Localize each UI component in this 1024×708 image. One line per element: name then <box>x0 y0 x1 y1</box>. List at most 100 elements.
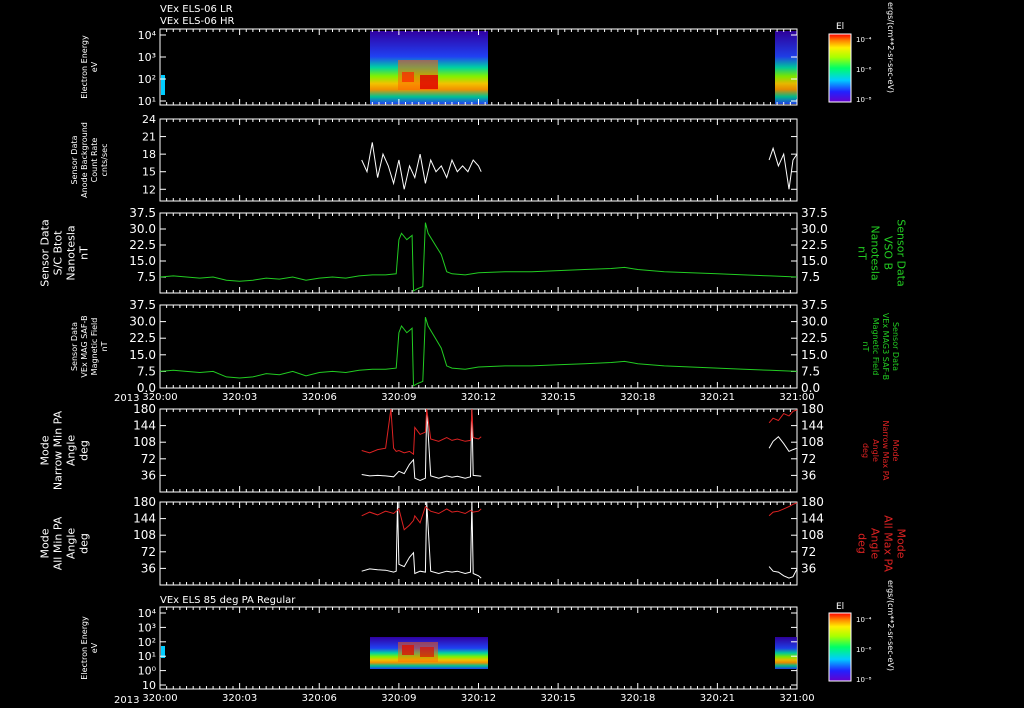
panel6-ylabel-line: All Min PA <box>52 516 65 570</box>
colorbar-bottom-label: El <box>836 602 844 612</box>
panel6-ylabel-line: Angle <box>65 528 78 560</box>
panel6-ylabel-line: deg <box>78 533 91 554</box>
mid-time-label: 320:06 <box>302 392 337 403</box>
panel4-ylabel-line: Sensor Data <box>70 322 79 371</box>
year-label-bottom: 2013 <box>114 695 139 706</box>
mid-time-label: 320:03 <box>222 392 257 403</box>
panel5-ytick-label: 36 <box>141 468 156 482</box>
panel4-ytick-label-right: 0.0 <box>801 381 820 395</box>
panel3-right-label-line: VSO B <box>882 236 895 270</box>
panel3-ytick-label-right: 22.5 <box>801 238 828 252</box>
panel6-right-label-line: deg <box>856 533 869 554</box>
panel6-right-label-line: Mode <box>895 529 908 559</box>
panel4-ylabel-line: VEx MAG SAF-B <box>80 315 89 377</box>
panel6-ytick-label: 36 <box>141 561 156 575</box>
panel5-ytick-label-right: 144 <box>801 419 824 433</box>
panel4-ytick-label: 37.5 <box>129 298 156 312</box>
bottom-time-label: 320:00 <box>142 693 177 704</box>
panel6-ytick-label-right: 144 <box>801 512 824 526</box>
panel7-spectrogram-hotspot-3 <box>420 647 434 657</box>
mid-time-label: 320:12 <box>461 392 496 403</box>
panel4-right-label-line: Sensor Data <box>891 322 900 371</box>
colorbar-top-tick-1: 10⁻⁴ <box>856 36 872 44</box>
panel5-right-label-line: deg <box>861 443 870 458</box>
panel2-ytick-label: 18 <box>142 148 156 161</box>
panel5-ytick-label-right: 180 <box>801 402 824 416</box>
panel5-ytick-label: 144 <box>133 419 156 433</box>
panel3-right-label-line: nT <box>856 246 869 260</box>
bottom-time-label: 320:21 <box>700 693 735 704</box>
panel3-ytick-label-right: 7.5 <box>801 270 820 284</box>
colorbar-top-units: ergs/(cm**2-sr-sec-eV) <box>886 2 895 93</box>
panel3-ytick-label: 15.0 <box>129 254 156 268</box>
panel7-ytick-label: 10³ <box>138 621 156 634</box>
panel4-right-label-line: VEx MAG3 SAF-B <box>881 313 890 380</box>
panel1-spectrogram-hotspot-2 <box>420 75 438 89</box>
colorbar-top-label: El <box>836 22 844 32</box>
panel3-ylabel-line: nT <box>78 246 91 260</box>
panel1-ytick-label: 10⁴ <box>138 29 157 42</box>
figure: VEx ELS-06 LR VEx ELS-06 HR VEx ELS 85 d… <box>0 0 1024 708</box>
panel7-ytick-label: 10⁰ <box>138 665 157 678</box>
panel7-spectrogram-hotspot-2 <box>402 645 414 655</box>
bottom-time-label: 320:03 <box>222 693 257 704</box>
panel6-ytick-label-right: 180 <box>801 495 824 509</box>
panel6-right-label-line: Angle <box>869 528 882 560</box>
bottom-time-label: 320:06 <box>302 693 337 704</box>
panel3-ylabel-line: Nanotesla <box>65 225 78 280</box>
panel7-ytick-label: 10⁴ <box>138 607 157 620</box>
panel2-ytick-label: 21 <box>142 131 156 144</box>
panel5-ylabel-line: Mode <box>39 435 52 465</box>
panel5-right-label-line: Mode <box>891 440 900 462</box>
panel3-ylabel-line: S/C Btot <box>52 230 65 275</box>
panel2-ylabel-line: Count Rate <box>90 138 99 183</box>
header-line-2: VEx ELS-06 HR <box>160 16 235 27</box>
panel5-ytick-label-right: 72 <box>801 452 816 466</box>
panel4-ytick-label-right: 30.0 <box>801 315 828 329</box>
panel5-ytick-label-right: 36 <box>801 468 816 482</box>
panel4-ytick-label: 22.5 <box>129 331 156 345</box>
panel1-ytick-label: 10² <box>138 73 156 86</box>
colorbar-bottom-tick-1: 10⁻⁴ <box>856 616 872 624</box>
header-line-1: VEx ELS-06 LR <box>160 4 233 15</box>
panel4-ytick-label: 0.0 <box>137 381 156 395</box>
panel1-ylabel-line: eV <box>90 61 99 72</box>
colorbar-top-tick-3: 10⁻⁸ <box>856 96 872 104</box>
panel4-ytick-label-right: 37.5 <box>801 298 828 312</box>
panel4-right-label-line: nT <box>861 342 870 352</box>
panel2-ylabel-line: cnts/sec <box>100 144 109 177</box>
panel1-ylabel-line: Electron Energy <box>80 35 89 99</box>
panel2-ytick-label: 24 <box>142 113 156 126</box>
colorbar-top-scale <box>828 33 852 103</box>
colorbar-bottom-scale <box>828 612 852 682</box>
bottom-time-label: 321:00 <box>779 693 814 704</box>
bottom-time-label: 320:15 <box>541 693 576 704</box>
panel6-ytick-label: 180 <box>133 495 156 509</box>
mid-time-label: 320:21 <box>700 392 735 403</box>
panel4-ytick-label: 15.0 <box>129 348 156 362</box>
panel4-ytick-label: 7.5 <box>137 364 156 378</box>
panel7-ylabel-line: eV <box>90 642 99 653</box>
panel1-spectrogram-edge <box>161 75 165 95</box>
bottom-time-label: 320:09 <box>381 693 416 704</box>
bottom-time-label: 320:18 <box>620 693 655 704</box>
panel3-ytick-label-right: 15.0 <box>801 254 828 268</box>
panel1-ytick-label: 10¹ <box>138 95 156 108</box>
colorbar-bottom-tick-3: 10⁻⁸ <box>856 676 872 684</box>
panel6-right-label-line: All Max PA <box>882 515 895 572</box>
panel5-ytick-label: 108 <box>133 435 156 449</box>
mid-time-label: 320:09 <box>381 392 416 403</box>
mid-time-label: 320:15 <box>541 392 576 403</box>
panel4-ytick-label-right: 7.5 <box>801 364 820 378</box>
panel5-ytick-label: 180 <box>133 402 156 416</box>
panel3-right-label-line: Nanotesla <box>869 225 882 280</box>
panel3-right-label-line: Sensor Data <box>895 219 908 286</box>
panel5-ylabel-line: deg <box>78 440 91 461</box>
panel4-ytick-label: 30.0 <box>129 315 156 329</box>
panel6-ytick-label: 144 <box>133 512 156 526</box>
panel7-title: VEx ELS 85 deg PA Regular <box>160 595 296 606</box>
panel7-ylabel-line: Electron Energy <box>80 616 89 680</box>
panel3-ytick-label-right: 30.0 <box>801 222 828 236</box>
panel4-ylabel-line: Magnetic Field <box>90 318 99 376</box>
panel6-ytick-label-right: 36 <box>801 561 816 575</box>
